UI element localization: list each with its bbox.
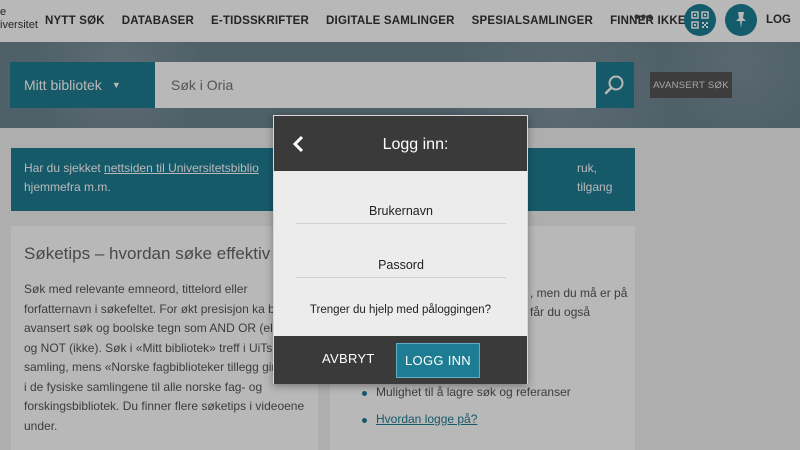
login-button[interactable]: LOGG INN	[396, 343, 480, 378]
password-field[interactable]	[296, 252, 506, 278]
login-dialog: Logg inn: Trenger du hjelp med pålogging…	[273, 115, 528, 384]
login-help-link[interactable]: Trenger du hjelp med påloggingen?	[274, 304, 527, 316]
dialog-title: Logg inn:	[382, 136, 449, 153]
dialog-footer: AVBRYT LOGG INN	[274, 336, 527, 384]
username-field[interactable]	[296, 198, 506, 224]
dialog-header: Logg inn:	[274, 116, 527, 171]
cancel-button[interactable]: AVBRYT	[322, 351, 375, 366]
